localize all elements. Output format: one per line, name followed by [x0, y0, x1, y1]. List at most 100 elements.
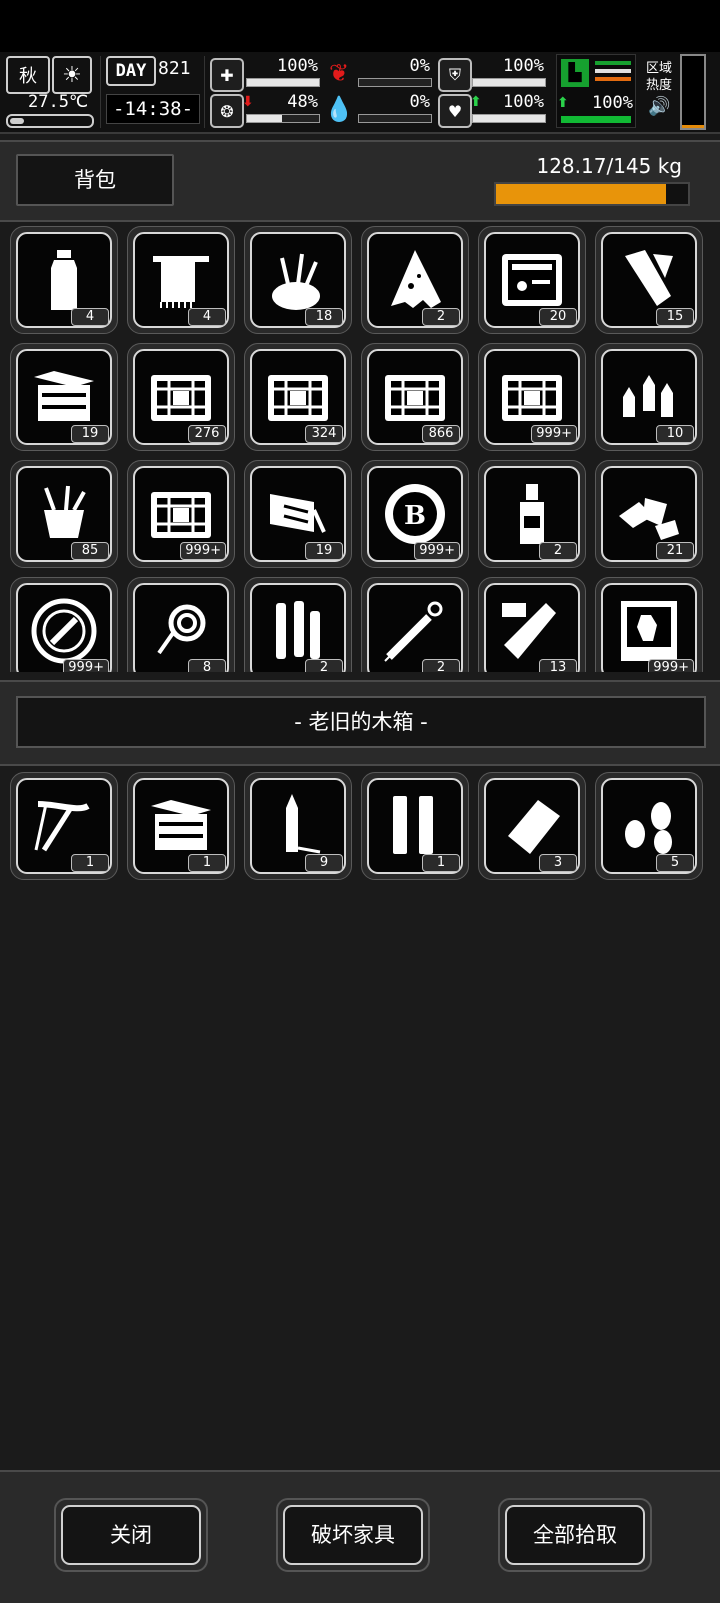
item-count: 2	[422, 659, 460, 672]
inventory-slot[interactable]: 18	[244, 226, 352, 334]
backpack-header: 背包 128.17/145 kg	[0, 140, 720, 222]
weight-bar	[494, 182, 690, 206]
inventory-slot[interactable]: 8	[127, 577, 235, 672]
item-count: 324	[305, 425, 343, 443]
inventory-slot[interactable]: 324	[244, 343, 352, 451]
inventory-slot[interactable]: 2	[361, 226, 469, 334]
destroy-furniture-label: 破坏家具	[283, 1505, 423, 1565]
season-badge: 秋	[6, 56, 50, 94]
item-count: 276	[188, 425, 226, 443]
inventory-slot[interactable]: 20	[478, 226, 586, 334]
clock: -14:38-	[106, 94, 200, 124]
health-value: 100%	[277, 56, 318, 76]
stamina-bar	[561, 116, 631, 123]
item-count: 999+	[180, 542, 226, 560]
item-count: 21	[656, 542, 694, 560]
inventory-slot[interactable]: 999+	[595, 577, 703, 672]
inventory-slot[interactable]: 85	[10, 460, 118, 568]
container-slot[interactable]: 1	[127, 772, 235, 880]
inventory-slot[interactable]: 10	[595, 343, 703, 451]
heart-icon: ♥	[438, 94, 472, 128]
container-slot[interactable]: 1	[10, 772, 118, 880]
container-grid: 1 1 9 1 3 5	[10, 772, 710, 880]
inventory-slot[interactable]: 19	[244, 460, 352, 568]
sun-icon: ☀	[52, 56, 92, 94]
inventory-grid: 4 4 18 2 20 15 19 276 324 866 999+ 10 85 999+ 19 B 999+ 2…	[10, 226, 710, 672]
item-count: 3	[539, 854, 577, 872]
mood-bar	[246, 114, 320, 123]
hud: 秋 ☀ 27.5℃ DAY 821 -14:38- ✚ 100% ❂ ⬇ 48%…	[0, 52, 720, 134]
close-button-label: 关闭	[61, 1505, 201, 1565]
item-count: 15	[656, 308, 694, 326]
item-count: 4	[71, 308, 109, 326]
action-bar: 关闭 破坏家具 全部拾取	[0, 1470, 720, 1603]
item-count: 4	[188, 308, 226, 326]
stamina-panel: ▙ ⬆ 100%	[556, 54, 636, 128]
temperature: 27.5℃	[28, 92, 89, 112]
hunger-value: 0%	[409, 56, 430, 76]
take-all-button[interactable]: 全部拾取	[498, 1498, 652, 1572]
inventory-slot[interactable]: 13	[478, 577, 586, 672]
inventory-slot[interactable]: 19	[10, 343, 118, 451]
inventory-slot[interactable]: 4	[127, 226, 235, 334]
backpack-title: 背包	[16, 154, 174, 206]
inventory-slot[interactable]: 15	[595, 226, 703, 334]
container-slot[interactable]: 5	[595, 772, 703, 880]
stamina-value: 100%	[592, 93, 633, 113]
container-header: - 老旧的木箱 -	[0, 680, 720, 766]
inventory-slot[interactable]: 4	[10, 226, 118, 334]
armor-value: 100%	[503, 56, 544, 76]
mood-value: 48%	[287, 92, 318, 112]
item-count: 999+	[648, 659, 694, 672]
item-count: 18	[305, 308, 343, 326]
inventory-slot[interactable]: 2	[478, 460, 586, 568]
inventory-slot[interactable]: 2	[361, 577, 469, 672]
item-count: 5	[656, 854, 694, 872]
item-count: 1	[71, 854, 109, 872]
item-count: 85	[71, 542, 109, 560]
item-count: 999+	[531, 425, 577, 443]
item-count: 13	[539, 659, 577, 672]
stomach-icon: ❦	[328, 59, 350, 87]
inventory-slot[interactable]: 276	[127, 343, 235, 451]
status-bar	[0, 0, 720, 52]
item-count: 2	[539, 542, 577, 560]
day-label: DAY	[106, 56, 156, 86]
season-label: 秋	[19, 66, 37, 87]
inventory-slot[interactable]: 2	[244, 577, 352, 672]
item-count: 2	[305, 659, 343, 672]
container-slot[interactable]: 3	[478, 772, 586, 880]
thirst-bar	[358, 114, 432, 123]
item-count: 19	[305, 542, 343, 560]
container-slot[interactable]: 9	[244, 772, 352, 880]
container-slot[interactable]: 1	[361, 772, 469, 880]
inventory-slot[interactable]: B 999+	[361, 460, 469, 568]
inventory-slot[interactable]: 999+	[127, 460, 235, 568]
item-count: 9	[305, 854, 343, 872]
heart-bar	[472, 114, 546, 123]
inventory-slot[interactable]: 21	[595, 460, 703, 568]
zone-heat-bar	[680, 54, 706, 130]
weight-text: 128.17/145 kg	[536, 154, 682, 178]
item-count: 10	[656, 425, 694, 443]
medkit-icon: ✚	[210, 58, 244, 92]
boot-icon: ▙	[561, 59, 589, 87]
hunger-bar	[358, 78, 432, 87]
close-button[interactable]: 关闭	[54, 1498, 208, 1572]
item-count: 999+	[414, 542, 460, 560]
item-count: 1	[422, 854, 460, 872]
inventory-slot[interactable]: 999+	[478, 343, 586, 451]
container-title: - 老旧的木箱 -	[16, 696, 706, 748]
item-count: 8	[188, 659, 226, 672]
inventory-slot[interactable]: 866	[361, 343, 469, 451]
item-count: 2	[422, 308, 460, 326]
take-all-label: 全部拾取	[505, 1505, 645, 1565]
thirst-value: 0%	[409, 92, 430, 112]
armor-bar	[472, 78, 546, 87]
destroy-furniture-button[interactable]: 破坏家具	[276, 1498, 430, 1572]
inventory-slot[interactable]: 999+	[10, 577, 118, 672]
armor-icon: ⛨	[438, 58, 472, 92]
svg-text:B: B	[404, 501, 426, 531]
speaker-icon[interactable]: 🔊	[648, 96, 670, 117]
item-count: 19	[71, 425, 109, 443]
